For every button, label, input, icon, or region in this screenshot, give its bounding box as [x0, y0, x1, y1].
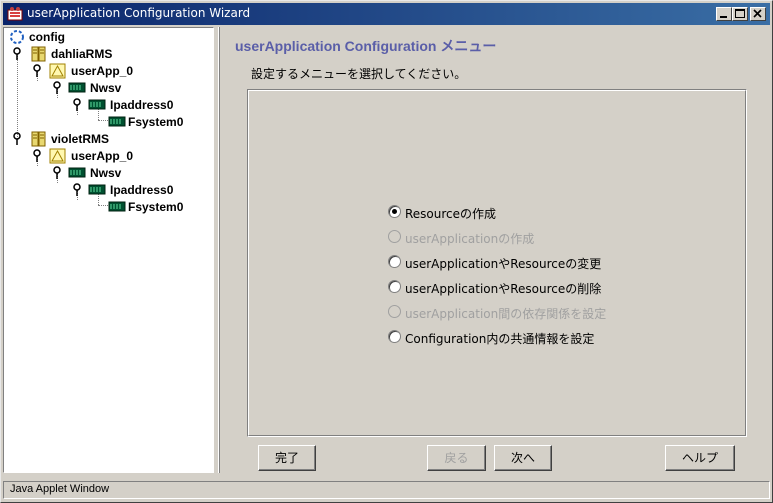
tree-node-label: Ipaddress0 [110, 183, 174, 197]
minimize-icon [720, 16, 727, 18]
option-label: userApplicationやResourceの変更 [405, 257, 602, 271]
tree-node-label: config [29, 30, 65, 44]
tree-node-label: userApp_0 [71, 149, 134, 163]
java-app-icon [7, 7, 23, 21]
host-icon [31, 131, 46, 147]
config-ring-icon [10, 30, 24, 44]
expand-handle-icon[interactable] [31, 148, 43, 164]
status-text: Java Applet Window [10, 483, 110, 495]
option-label: Resourceの作成 [405, 207, 497, 221]
option-label: Configuration内の共通情報を設定 [405, 332, 595, 346]
maximize-button[interactable] [732, 7, 748, 21]
configuration-tree[interactable]: config dahliaRMS userApp_0 Nwsv Ipaddres… [3, 27, 214, 473]
resource-icon [88, 99, 106, 110]
tree-node-label: Nwsv [90, 166, 122, 180]
close-button[interactable] [750, 7, 766, 21]
pane-splitter[interactable] [215, 27, 223, 473]
back-button: 戻る [427, 445, 486, 471]
resource-icon [108, 116, 126, 127]
instruction-text: 設定するメニューを選択してください。 [251, 67, 467, 81]
tree-line [17, 54, 18, 139]
radio-button[interactable] [388, 255, 401, 268]
option-label: userApplicationの作成 [405, 232, 535, 246]
userapp-warning-icon [49, 63, 66, 79]
tree-node-label: Ipaddress0 [110, 98, 174, 112]
maximize-icon [735, 9, 745, 18]
expand-handle-icon[interactable] [71, 97, 83, 113]
tree-node-label: Nwsv [90, 81, 122, 95]
userapp-warning-icon [49, 148, 66, 164]
expand-handle-icon[interactable] [11, 46, 23, 62]
tree-node-label: Fsystem0 [128, 200, 184, 214]
splitter-grip[interactable] [218, 27, 220, 473]
expand-handle-icon[interactable] [31, 63, 43, 79]
window-title: userApplication Configuration Wizard [27, 6, 251, 20]
radio-button [388, 230, 401, 243]
tree-node-label: violetRMS [51, 132, 110, 146]
expand-handle-icon[interactable] [71, 182, 83, 198]
expand-handle-icon[interactable] [11, 131, 23, 147]
resource-icon [68, 82, 86, 93]
resource-icon [68, 167, 86, 178]
radio-button [388, 305, 401, 318]
tree-node-label: dahliaRMS [51, 47, 113, 61]
radio-button[interactable] [388, 280, 401, 293]
close-icon [753, 9, 762, 18]
expand-handle-icon[interactable] [51, 80, 63, 96]
expand-handle-icon[interactable] [51, 165, 63, 181]
next-button[interactable]: 次へ [494, 445, 552, 471]
radio-button[interactable] [388, 205, 401, 218]
wizard-window: userApplication Configuration Wizard con… [0, 0, 773, 503]
radio-button[interactable] [388, 330, 401, 343]
resource-icon [88, 184, 106, 195]
title-bar[interactable]: userApplication Configuration Wizard [3, 3, 770, 25]
resource-icon [108, 201, 126, 212]
radio-selected-dot [392, 209, 397, 214]
option-label: userApplication間の依存関係を設定 [405, 307, 607, 321]
minimize-button[interactable] [716, 7, 732, 21]
option-label: userApplicationやResourceの削除 [405, 282, 602, 296]
tree-node-label: userApp_0 [71, 64, 134, 78]
help-button[interactable]: ヘルプ [665, 445, 735, 471]
host-icon [31, 46, 46, 62]
status-bar: Java Applet Window [3, 481, 770, 499]
page-title: userApplication Configuration メニュー [235, 38, 497, 54]
tree-node-label: Fsystem0 [128, 115, 184, 129]
finish-button[interactable]: 完了 [258, 445, 316, 471]
